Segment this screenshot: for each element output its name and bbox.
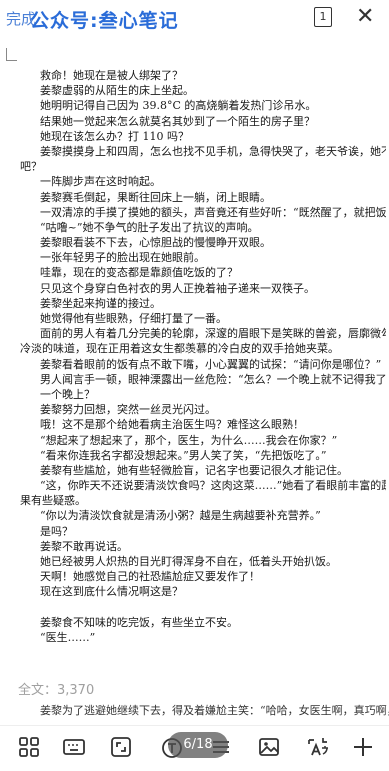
close-icon[interactable]: ✕: [356, 4, 374, 29]
add-icon[interactable]: [352, 736, 376, 760]
document-line: 一双清凉的手摸了摸她的额头，声音竟还有些好听：“既然醒了，就把饭吃了。”: [40, 205, 386, 219]
keyboard-icon[interactable]: [62, 736, 86, 760]
document-line: 果有些疑惑。: [20, 494, 86, 508]
grid-icon[interactable]: [18, 736, 42, 760]
document-line: 男人闻言手一顿，眼神溧露出一丝危险：“怎么？一个晚上就不记得我了？”: [40, 372, 386, 386]
document-line: 哦！这不是那个给她看病主治医生吗？难怪这么眼熟！: [40, 418, 304, 432]
document-line: “医生……”: [40, 630, 96, 644]
document-line: 是吗？: [40, 524, 73, 538]
page-count-icon[interactable]: 1: [314, 7, 332, 27]
document-line: 姜黎眼看装不下去，心惊胆战的慢慢睁开双眼。: [40, 236, 271, 250]
document-line: 她现在该怎么办？打 110 吗？: [40, 129, 189, 143]
document-line: “想起来了想起来了，那个，医生，为什么……我会在你家？”: [40, 433, 338, 447]
document-line: 姜黎坐起来拘谨的接过。: [40, 296, 161, 310]
document-line: 面前的男人有着几分完美的轮廓，深邃的眉眼下是笑眯的兽瓷，唇廓微勾，却带着几分: [40, 327, 386, 341]
document-line: 姜黎努力回想，突然一丝灵光闪过。: [40, 403, 216, 417]
document-line: 冷淡的味道，现在正用着这女生都羡慕的冷白皮的双手拾她夹菜。: [20, 342, 339, 356]
crop-mark: [6, 48, 17, 61]
document-line: 姜黎赛毛倒起，果断往回床上一躺，闭上眼睛。: [40, 190, 271, 204]
image-icon[interactable]: [258, 736, 282, 760]
document-line: 姜黎虚弱的从陌生的床上坐起。: [40, 84, 194, 98]
document-line: 姜黎看着眼前的饭有点不敢下嘴，小心翼翼的试探：“请问你是哪位？”: [40, 357, 382, 371]
document-line: 天啊！她感觉自己的社恐尴尬症又要发作了！: [40, 570, 260, 584]
next-page-preview: 姜黎为了逃避她继续下去，得及着嫌尬主笑：“哈哈，女医生啊，真巧啊，我以前一: [40, 704, 389, 717]
document-line: 吧？: [20, 160, 42, 174]
translate-icon[interactable]: [306, 736, 330, 760]
document-line: 哇靠，现在的变态都是靠颜值吃饭的了？: [40, 266, 238, 280]
document-line: “你以为清淡饮食就是清汤小粥？越是生病越要补充营养。”: [40, 509, 321, 523]
document-line: 结果她一觉起来怎么就莫名其妙到了一个陌生的房子里？: [40, 114, 315, 128]
document-line: 她已经被男人炽热的目光盯得浑身不自在，低着头开始扒饭。: [40, 555, 337, 568]
document-line: 她觉得他有些眼熟，仔细打量了一番。: [40, 312, 227, 325]
page-indicator: 6/18: [168, 732, 228, 758]
document-line: 一个晚上？: [40, 387, 95, 401]
document-line: “看来你连我名字都没想起来。”男人笑了笑，“先把饭吃了。”: [40, 448, 327, 462]
document-line: 一张年轻男子的脸出现在她眼前。: [40, 251, 205, 265]
document-line: [20, 600, 386, 615]
document-line: “这，你昨天不还说要清淡饮食吗？这肉这菜……”她看了看眼前丰富的蔬菜、鸡肉，: [40, 479, 386, 493]
document-line: 只见这个身穿白色衬衣的男人正挽着袖子递来一双筷子。: [40, 281, 315, 295]
top-bar: 完成 公众号:叁心笔记 1 ✕: [0, 0, 389, 38]
document-line: 她明明记得自己因为 39.8°C 的高烧躺着发热门诊吊水。: [40, 99, 317, 113]
document-line: 姜黎不敢再说话。: [40, 539, 128, 553]
document-line: 姜黎食不知味的吃完饭，有些坐立不安。: [40, 615, 238, 629]
expand-icon[interactable]: [110, 736, 134, 760]
document-line: 姜黎摸摸身上和四周，怎么也找不见手机，急得快哭了，老天爷诶，她不是遇上变态了: [40, 144, 386, 158]
document-line: 救命！她现在是被人绑架了？: [40, 69, 183, 82]
document-line: 一阵脚步声在这时响起。: [40, 175, 161, 189]
document-line: 姜黎有些尴尬，她有些轻微脸盲，记名字也要记很久才能记住。: [40, 463, 348, 477]
document-line: 现在这到底什么情况啊这是？: [40, 585, 183, 599]
word-count-label: 全文：3,370: [18, 683, 95, 698]
document-line: “咕噜~”她不争气的肚子发出了抗议的声响。: [40, 220, 259, 234]
watermark-text: 公众号:叁心笔记: [30, 10, 179, 32]
document-body: 救命！她现在是被人绑架了？ 姜黎虚弱的从陌生的床上坐起。 她明明记得自己因为 39.…: [20, 68, 386, 645]
